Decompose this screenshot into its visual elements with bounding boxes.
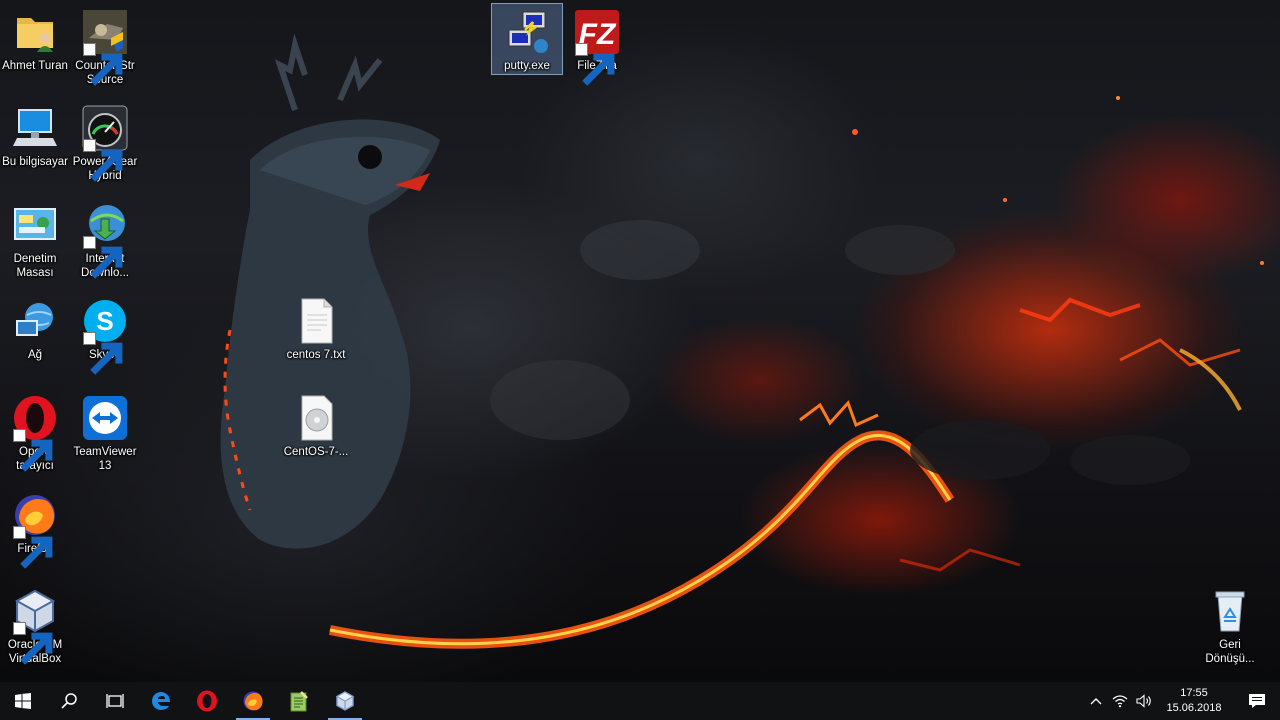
clock-time: 17:55 xyxy=(1180,687,1208,699)
desktop-icon-internet-download-manager[interactable]: Internet Downlo... xyxy=(70,197,140,285)
desktop-icon-counter-strike[interactable]: Counter-Str Source xyxy=(70,4,140,92)
taskbar-virtualbox[interactable] xyxy=(322,682,368,720)
search-button[interactable] xyxy=(46,682,92,720)
opera-icon xyxy=(11,394,59,472)
search-icon xyxy=(61,693,77,709)
volume-icon xyxy=(1136,694,1151,708)
text-file-icon xyxy=(292,297,340,345)
recycle-bin-icon xyxy=(1206,587,1254,635)
taskbar-edge[interactable] xyxy=(138,682,184,720)
tray-overflow-button[interactable] xyxy=(1084,682,1108,720)
shortcut-arrow-icon xyxy=(83,332,123,375)
firefox-icon xyxy=(243,691,263,711)
desktop-icon-opera[interactable]: Opera tarayıcı xyxy=(0,390,70,478)
wallpaper-art xyxy=(220,33,1264,649)
clock-date: 15.06.2018 xyxy=(1166,702,1222,714)
counter-strike-icon xyxy=(81,8,129,86)
desktop-wallpaper xyxy=(0,0,1280,682)
desktop-icon-virtualbox[interactable]: Oracle VM VirtualBox xyxy=(0,583,70,671)
desktop-icon-skype[interactable]: S Skype xyxy=(70,293,140,381)
notepad-icon xyxy=(290,691,308,712)
start-icon xyxy=(15,693,31,709)
shortcut-arrow-icon xyxy=(575,43,615,86)
computer-icon xyxy=(11,104,59,152)
virtualbox-icon xyxy=(11,587,59,665)
taskbar-clock[interactable]: 17:55 15.06.2018 xyxy=(1162,686,1226,716)
desktop-icon-teamviewer[interactable]: TeamViewer 13 xyxy=(70,390,140,478)
shortcut-arrow-icon xyxy=(83,236,123,279)
filezilla-icon: FZ xyxy=(573,8,621,86)
disc-image-icon xyxy=(292,394,340,442)
virtualbox-icon xyxy=(335,691,355,711)
system-tray: 17:55 15.06.2018 xyxy=(1084,682,1280,720)
task-view-button[interactable] xyxy=(92,682,138,720)
svg-text:S: S xyxy=(96,306,113,336)
desktop-icon-filezilla[interactable]: FZ FileZilla xyxy=(562,4,632,92)
desktop-icon-network[interactable]: Ağ xyxy=(0,293,70,381)
start-button[interactable] xyxy=(0,682,46,720)
chevron-up-icon xyxy=(1090,698,1102,705)
taskbar: 17:55 15.06.2018 xyxy=(0,682,1280,720)
control-panel-icon xyxy=(11,201,59,249)
taskbar-opera[interactable] xyxy=(184,682,230,720)
gauge-icon xyxy=(81,104,129,182)
teamviewer-icon xyxy=(81,394,129,442)
opera-icon xyxy=(197,690,217,712)
putty-icon xyxy=(503,8,551,56)
desktop-icon-firefox[interactable]: Firefox xyxy=(0,487,70,575)
desktop-icon-centos-iso[interactable]: CentOS-7-... xyxy=(281,390,351,478)
edge-icon xyxy=(152,692,170,710)
user-folder-icon xyxy=(11,8,59,56)
shortcut-arrow-icon xyxy=(13,622,53,665)
shortcut-arrow-icon xyxy=(13,429,53,472)
network-globe-icon xyxy=(11,297,59,345)
notification-icon xyxy=(1249,694,1265,708)
desktop-icon-control-panel[interactable]: Denetim Masası xyxy=(0,197,70,285)
shortcut-arrow-icon xyxy=(83,43,123,86)
taskbar-firefox[interactable] xyxy=(230,682,276,720)
desktop-icon-power4gear[interactable]: Power4Gear Hybrid xyxy=(70,100,140,188)
desktop-icon-recycle-bin[interactable]: Geri Dönüşü... xyxy=(1195,583,1265,671)
taskbar-notepad[interactable] xyxy=(276,682,322,720)
wifi-icon xyxy=(1112,695,1128,708)
desktop-icon-centos-txt[interactable]: centos 7.txt xyxy=(281,293,351,381)
desktop-icon-this-pc[interactable]: Bu bilgisayar xyxy=(0,100,70,188)
shortcut-arrow-icon xyxy=(83,139,123,182)
tray-wifi-button[interactable] xyxy=(1108,682,1132,720)
task-view-icon xyxy=(106,694,124,708)
desktop-icon-ahmet-turan[interactable]: Ahmet Turan xyxy=(0,4,70,92)
firefox-icon xyxy=(11,491,59,569)
shortcut-arrow-icon xyxy=(13,526,53,569)
skype-icon: S xyxy=(81,297,129,375)
tray-volume-button[interactable] xyxy=(1132,682,1156,720)
action-center-button[interactable] xyxy=(1234,682,1280,720)
desktop-icon-putty[interactable]: putty.exe xyxy=(491,3,563,75)
download-manager-icon xyxy=(81,201,129,279)
